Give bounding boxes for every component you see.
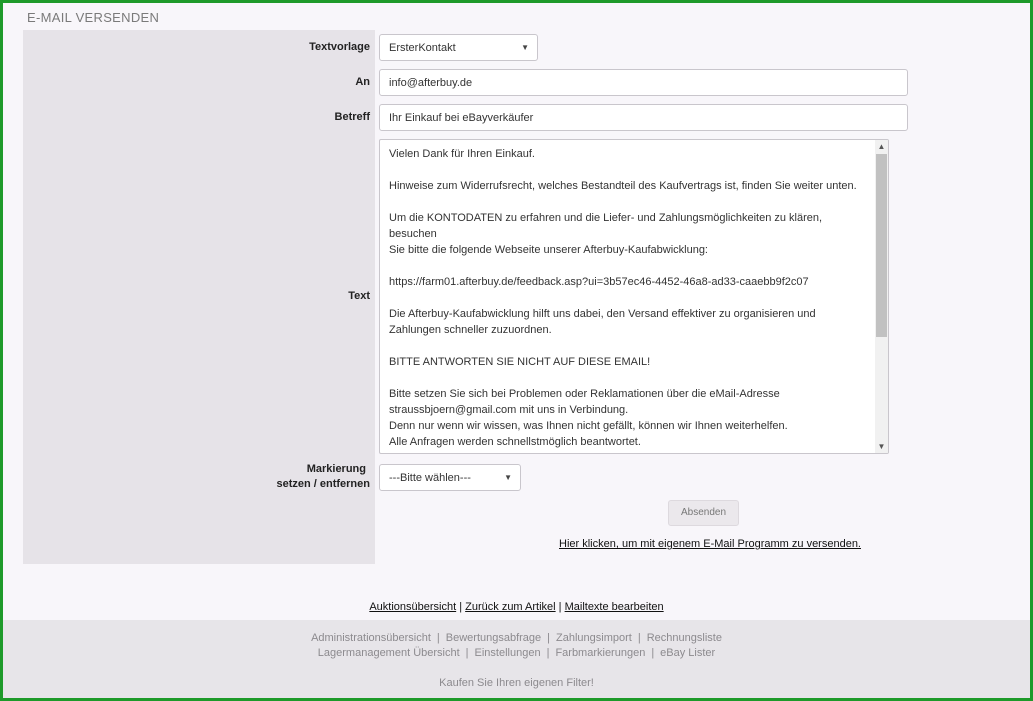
separator: |	[651, 647, 655, 659]
message-line: Vielen Dank für Ihren Einkauf.	[389, 148, 535, 160]
message-line: Um die KONTODATEN zu erfahren und die Li…	[389, 212, 826, 240]
message-line	[389, 290, 871, 306]
marker-label-line1: Markierung	[306, 463, 366, 475]
chevron-down-icon: ▼	[521, 43, 529, 52]
mail-program-link[interactable]: Hier klicken, um mit eigenem E-Mail Prog…	[559, 538, 861, 550]
subject-field[interactable]: Ihr Einkauf bei eBayverkäufer	[379, 104, 908, 131]
separator: |	[637, 632, 641, 644]
app-frame: E-MAIL VERSENDEN Textvorlage ErsterKonta…	[0, 0, 1033, 701]
message-line	[389, 370, 871, 386]
scroll-down-icon[interactable]: ▼	[877, 442, 886, 451]
template-label: Textvorlage	[309, 41, 370, 53]
marker-label: Markierung setzen / entfernen	[276, 462, 370, 492]
message-line: Denn nur wenn wir wissen, was Ihnen nich…	[389, 420, 788, 432]
text-label: Text	[348, 290, 370, 302]
footer-link[interactable]: Rechnungsliste	[647, 632, 722, 644]
scrollbar[interactable]: ▲ ▼	[875, 140, 888, 453]
footer-link[interactable]: Einstellungen	[475, 647, 541, 659]
back-to-article-link[interactable]: Zurück zum Artikel	[465, 601, 555, 613]
footer-tagline: Kaufen Sie Ihren eigenen Filter!	[439, 677, 594, 689]
message-line: straussbjoern@gmail.com mit uns in Verbi…	[389, 404, 629, 416]
footer-link[interactable]: Farbmarkierungen	[555, 647, 645, 659]
footer-link[interactable]: Administrationsübersicht	[311, 632, 431, 644]
send-button[interactable]: Absenden	[668, 500, 739, 526]
footer: Administrationsübersicht | Bewertungsabfra…	[3, 620, 1030, 698]
message-textarea[interactable]: Vielen Dank für Ihren Einkauf. Hinweise …	[379, 139, 889, 454]
to-field-value: info@afterbuy.de	[389, 77, 473, 89]
marker-select-value: ---Bitte wählen---	[389, 472, 471, 484]
template-select-value: ErsterKontakt	[389, 42, 456, 54]
page-title: E-MAIL VERSENDEN	[27, 10, 160, 25]
message-line: Die Afterbuy-Kaufabwicklung hilft uns da…	[389, 308, 816, 320]
message-line: Hinweise zum Widerrufsrecht, welches Bes…	[389, 180, 857, 192]
scroll-up-icon[interactable]: ▲	[877, 142, 886, 151]
message-line: BITTE ANTWORTEN SIE NICHT AUF DIESE EMAI…	[389, 356, 651, 368]
auction-overview-link[interactable]: Auktionsübersicht	[369, 601, 456, 613]
message-line	[389, 258, 871, 274]
edit-mail-texts-link[interactable]: Mailtexte bearbeiten	[565, 601, 664, 613]
separator: |	[546, 647, 550, 659]
message-line: Zahlungen schneller zuzuordnen.	[389, 324, 552, 336]
bottom-nav: Auktionsübersicht | Zurück zum Artikel |…	[3, 597, 1030, 619]
separator: |	[465, 647, 469, 659]
message-line: Sie bitte die folgende Webseite unserer …	[389, 244, 708, 256]
subject-field-value: Ihr Einkauf bei eBayverkäufer	[389, 112, 534, 124]
message-line: Alle Anfragen werden schnellstmöglich be…	[389, 436, 641, 448]
footer-row-2: Lagermanagement Übersicht | Einstellungen |…	[3, 647, 1030, 659]
to-field[interactable]: info@afterbuy.de	[379, 69, 908, 96]
footer-link[interactable]: Bewertungsabfrage	[446, 632, 541, 644]
marker-select[interactable]: ---Bitte wählen--- ▼	[379, 464, 521, 491]
message-line	[389, 194, 871, 210]
message-text: Vielen Dank für Ihren Einkauf. Hinweise …	[389, 146, 871, 450]
scrollbar-thumb[interactable]	[876, 154, 887, 337]
separator: |	[547, 632, 551, 644]
message-line: Bitte setzen Sie sich bei Problemen oder…	[389, 388, 780, 400]
footer-link[interactable]: Zahlungsimport	[556, 632, 632, 644]
message-line	[389, 162, 871, 178]
chevron-down-icon: ▼	[504, 473, 512, 482]
message-line: https://farm01.afterbuy.de/feedback.asp?…	[389, 276, 809, 288]
to-label: An	[355, 76, 370, 88]
subject-label: Betreff	[334, 111, 370, 123]
footer-row-1: Administrationsübersicht | Bewertungsabfra…	[3, 632, 1030, 644]
marker-label-line2: setzen / entfernen	[276, 478, 370, 490]
message-line	[389, 338, 871, 354]
footer-link[interactable]: eBay Lister	[660, 647, 715, 659]
separator: |	[436, 632, 440, 644]
template-select[interactable]: ErsterKontakt ▼	[379, 34, 538, 61]
footer-link[interactable]: Lagermanagement Übersicht	[318, 647, 460, 659]
